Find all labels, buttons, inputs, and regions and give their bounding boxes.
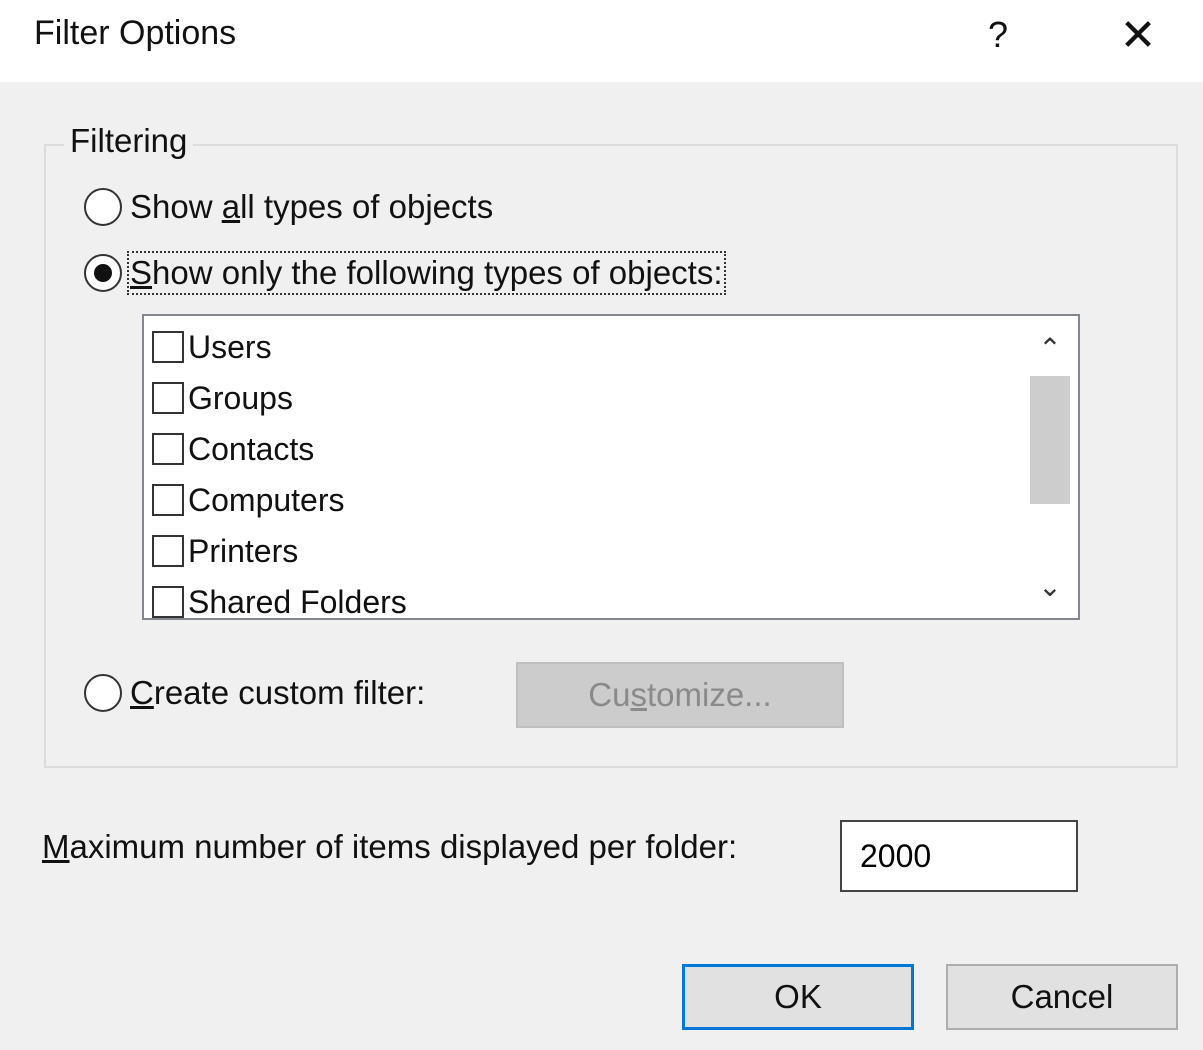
shared-folders-checkbox[interactable] xyxy=(152,586,184,618)
computers-checkbox[interactable] xyxy=(152,484,184,516)
radio-show-following[interactable]: Show only the following types of objects… xyxy=(84,251,726,295)
scroll-thumb[interactable] xyxy=(1030,376,1070,504)
object-types-list[interactable]: Users Groups Contacts Computers Printers… xyxy=(142,314,1080,620)
help-button[interactable]: ? xyxy=(978,12,1018,58)
list-item-groups[interactable]: Groups xyxy=(152,373,293,423)
title-bar: Filter Options ? ✕ xyxy=(0,0,1203,82)
list-item-contacts[interactable]: Contacts xyxy=(152,424,314,474)
radio-show-all[interactable]: Show all types of objects xyxy=(84,188,493,226)
radio-show-all-label: Show all types of objects xyxy=(130,188,494,225)
list-scrollbar[interactable]: ⌃ ⌄ xyxy=(1022,316,1078,618)
groups-label: Groups xyxy=(188,379,293,416)
list-item-users[interactable]: Users xyxy=(152,322,272,372)
radio-custom-filter-label: Create custom filter: xyxy=(130,674,426,711)
customize-button[interactable]: Cu s tomize... xyxy=(516,662,844,728)
contacts-checkbox[interactable] xyxy=(152,433,184,465)
printers-checkbox[interactable] xyxy=(152,535,184,567)
max-items-input[interactable] xyxy=(840,820,1078,892)
computers-label: Computers xyxy=(188,481,345,518)
cancel-button[interactable]: Cancel xyxy=(946,964,1178,1030)
list-item-computers[interactable]: Computers xyxy=(152,475,345,525)
printers-label: Printers xyxy=(188,532,299,569)
close-button[interactable]: ✕ xyxy=(1110,10,1166,62)
radio-custom-filter[interactable]: Create custom filter: xyxy=(84,674,425,712)
chevron-up-icon[interactable]: ⌃ xyxy=(1022,324,1078,374)
ok-button[interactable]: OK xyxy=(682,964,914,1030)
radio-show-following-label: Show only the following types of objects… xyxy=(127,251,726,295)
list-item-shared-folders[interactable]: Shared Folders xyxy=(152,577,407,620)
radio-show-all-indicator[interactable] xyxy=(84,188,122,226)
filtering-legend: Filtering xyxy=(64,122,194,160)
list-item-printers[interactable]: Printers xyxy=(152,526,298,576)
users-checkbox[interactable] xyxy=(152,331,184,363)
chevron-down-icon[interactable]: ⌄ xyxy=(1022,562,1078,612)
shared-folders-label: Shared Folders xyxy=(188,583,407,620)
radio-show-following-indicator[interactable] xyxy=(84,254,122,292)
users-label: Users xyxy=(188,328,272,365)
contacts-label: Contacts xyxy=(188,430,315,467)
dialog-title: Filter Options xyxy=(34,14,237,52)
groups-checkbox[interactable] xyxy=(152,382,184,414)
radio-custom-filter-indicator[interactable] xyxy=(84,674,122,712)
max-items-label: Maximum number of items displayed per fo… xyxy=(42,828,738,865)
